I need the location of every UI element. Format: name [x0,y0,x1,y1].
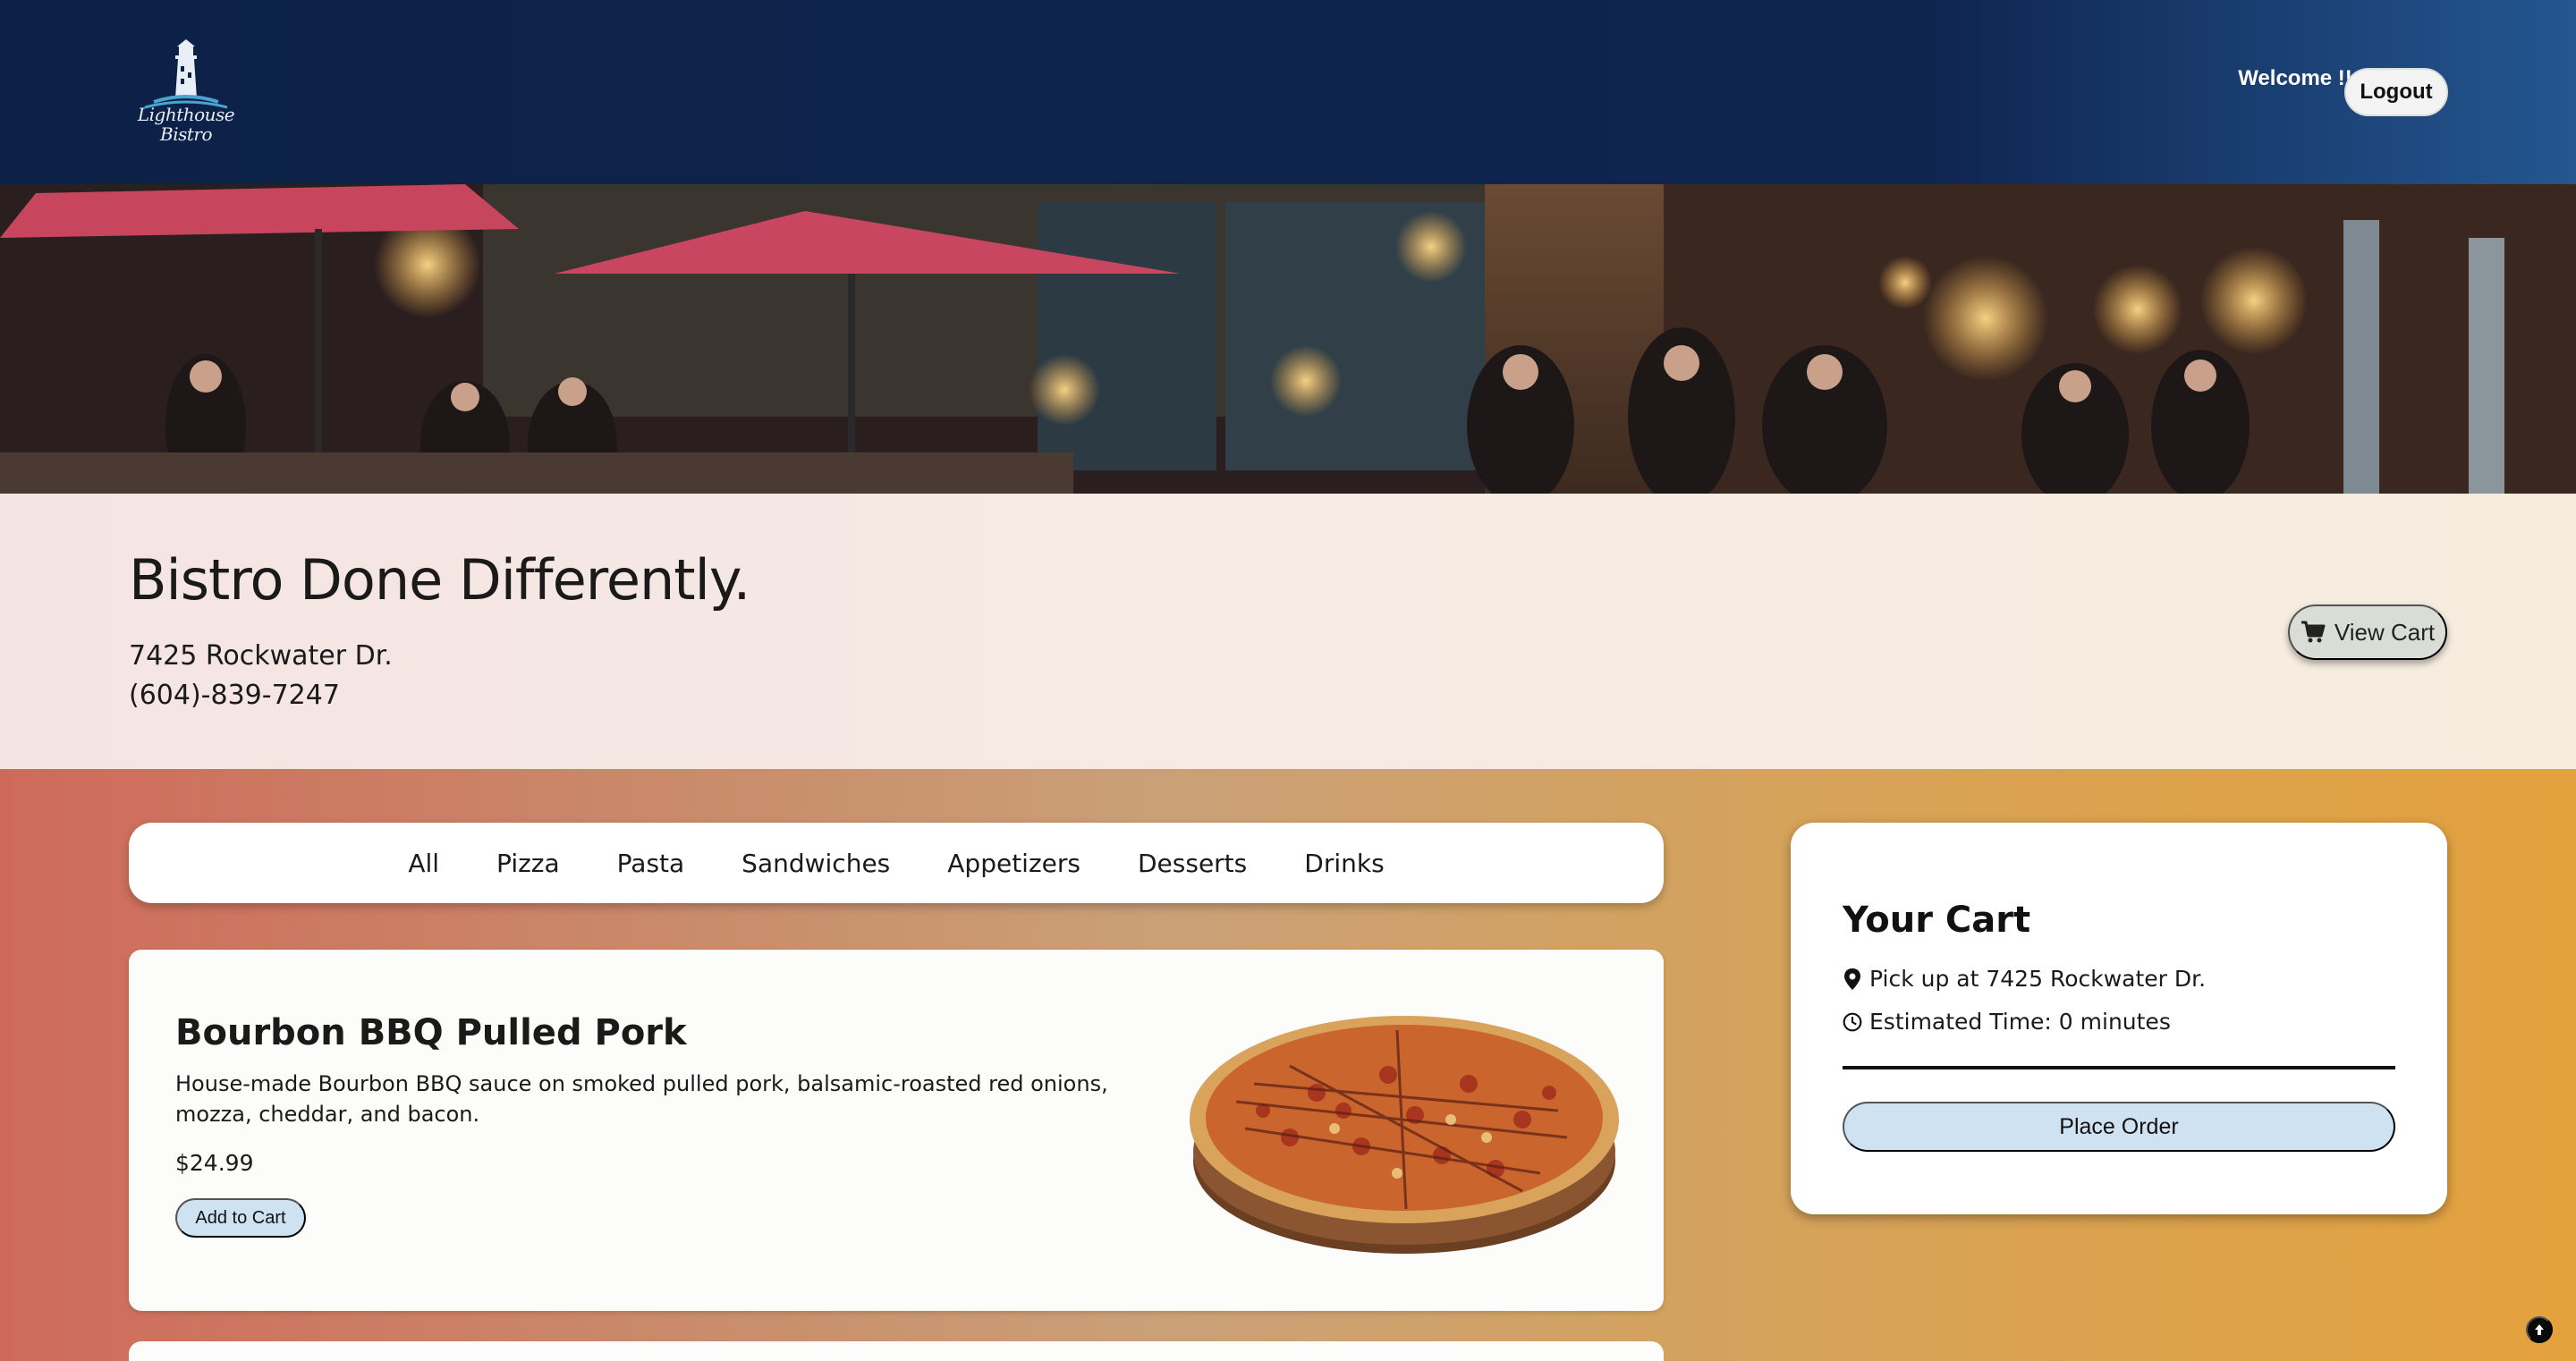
clock-icon [1843,1012,1862,1031]
logo-line2: Bistro [160,123,213,145]
category-pasta[interactable]: Pasta [589,849,714,878]
add-to-cart-button[interactable]: Add to Cart [175,1198,306,1238]
category-pizza[interactable]: Pizza [468,849,589,878]
pickup-text: Pick up at 7425 Rockwater Dr. [1869,966,2207,992]
logo-text: Lighthouse Bistro [127,106,245,143]
scroll-to-top-button[interactable] [2526,1316,2553,1343]
estimate-text: Estimated Time: 0 minutes [1869,1009,2171,1035]
restaurant-address: 7425 Rockwater Dr. [129,640,393,672]
category-sandwiches[interactable]: Sandwiches [713,849,919,878]
arrow-up-icon [2535,1324,2544,1335]
cart-panel: Your Cart Pick up at 7425 Rockwater Dr. … [1791,823,2447,1214]
category-desserts[interactable]: Desserts [1109,849,1275,878]
pickup-line: Pick up at 7425 Rockwater Dr. [1843,966,2206,992]
info-band: Bistro Done Differently. 7425 Rockwater … [0,494,2576,769]
menu-item-description: House-made Bourbon BBQ sauce on smoked p… [175,1071,1108,1127]
estimate-line: Estimated Time: 0 minutes [1843,1009,2171,1035]
category-bar: All Pizza Pasta Sandwiches Appetizers De… [129,823,1664,903]
menu-item-name: Bourbon BBQ Pulled Pork [175,1012,687,1053]
category-all[interactable]: All [379,849,468,878]
page-tagline: Bistro Done Differently. [129,547,750,613]
top-header: Lighthouse Bistro Welcome !! Logout [0,0,2576,184]
map-pin-icon [1844,968,1860,990]
view-cart-label: View Cart [2334,618,2436,646]
menu-item-card: Bourbon BBQ Pulled Pork House-made Bourb… [129,950,1664,1311]
category-drinks[interactable]: Drinks [1275,849,1412,878]
category-appetizers[interactable]: Appetizers [919,849,1109,878]
restaurant-phone: (604)-839-7247 [129,680,340,711]
place-order-button[interactable]: Place Order [1843,1102,2395,1152]
cart-title: Your Cart [1843,900,2031,941]
cart-divider [1843,1066,2395,1069]
logout-button[interactable]: Logout [2344,68,2448,116]
cart-icon [2301,621,2326,643]
welcome-text: Welcome !! [2238,66,2352,90]
lighthouse-logo-icon[interactable]: Lighthouse Bistro [127,39,245,148]
logo-line1: Lighthouse [137,104,235,125]
menu-item-price: $24.99 [175,1150,254,1176]
view-cart-button[interactable]: View Cart [2288,604,2447,660]
menu-item-card-next [129,1341,1664,1361]
menu-section: All Pizza Pasta Sandwiches Appetizers De… [0,769,2576,1361]
pizza-image [1182,1003,1626,1263]
hero-image [0,184,2576,494]
